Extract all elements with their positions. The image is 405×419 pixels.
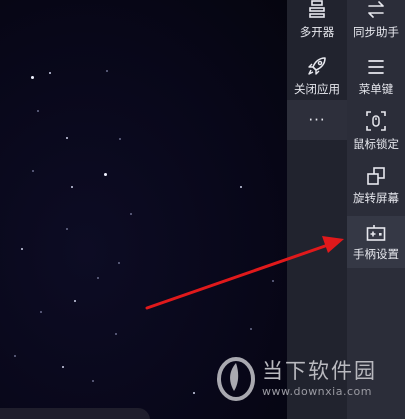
watermark-logo-icon [216,355,256,401]
watermark-text: 当下软件园 www.downxia.com [262,359,377,398]
watermark-url: www.downxia.com [262,384,372,398]
watermark-title: 当下软件园 [262,358,377,383]
watermark: 当下软件园 www.downxia.com [216,348,405,408]
emulator-window: 多开器 关闭应用 ··· 同步助手 菜单键 鼠标锁定 旋转屏幕 手柄设置 当下软… [0,0,405,419]
